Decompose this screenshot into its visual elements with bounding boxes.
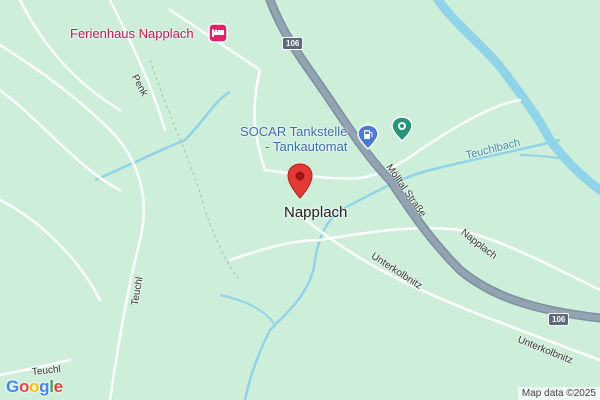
google-logo-letter: e (53, 377, 63, 396)
gas-station-icon[interactable] (357, 124, 379, 155)
google-logo-letter: g (39, 377, 50, 396)
google-logo: Google (6, 377, 63, 397)
poi-label-socar[interactable]: SOCAR Tankstelle - Tankautomat (240, 124, 347, 154)
poi-label-socar-line2: - Tankautomat (265, 139, 348, 154)
river-stream-south (219, 294, 276, 326)
google-logo-letter: G (6, 377, 19, 396)
google-logo-letter: o (29, 377, 40, 396)
location-pin-icon[interactable] (391, 116, 413, 147)
highway-106 (265, 0, 600, 323)
map-attribution[interactable]: Map data ©2025 (517, 387, 600, 400)
poi-label-socar-line1: SOCAR Tankstelle (240, 124, 348, 139)
map-pin-icon[interactable] (287, 163, 313, 204)
river-stream-east (519, 154, 561, 159)
hotel-bed-icon[interactable] (208, 23, 228, 48)
route-shield-106-top: 106 (282, 37, 304, 50)
map-canvas[interactable]: Ferienhaus Napplach 106 SOCAR Tankstelle… (0, 0, 600, 400)
place-label-napplach[interactable]: Napplach (284, 204, 347, 221)
poi-label-ferienhaus[interactable]: Ferienhaus Napplach (70, 26, 194, 41)
route-shield-106-bottom: 106 (548, 313, 570, 326)
google-logo-letter: o (18, 377, 30, 396)
